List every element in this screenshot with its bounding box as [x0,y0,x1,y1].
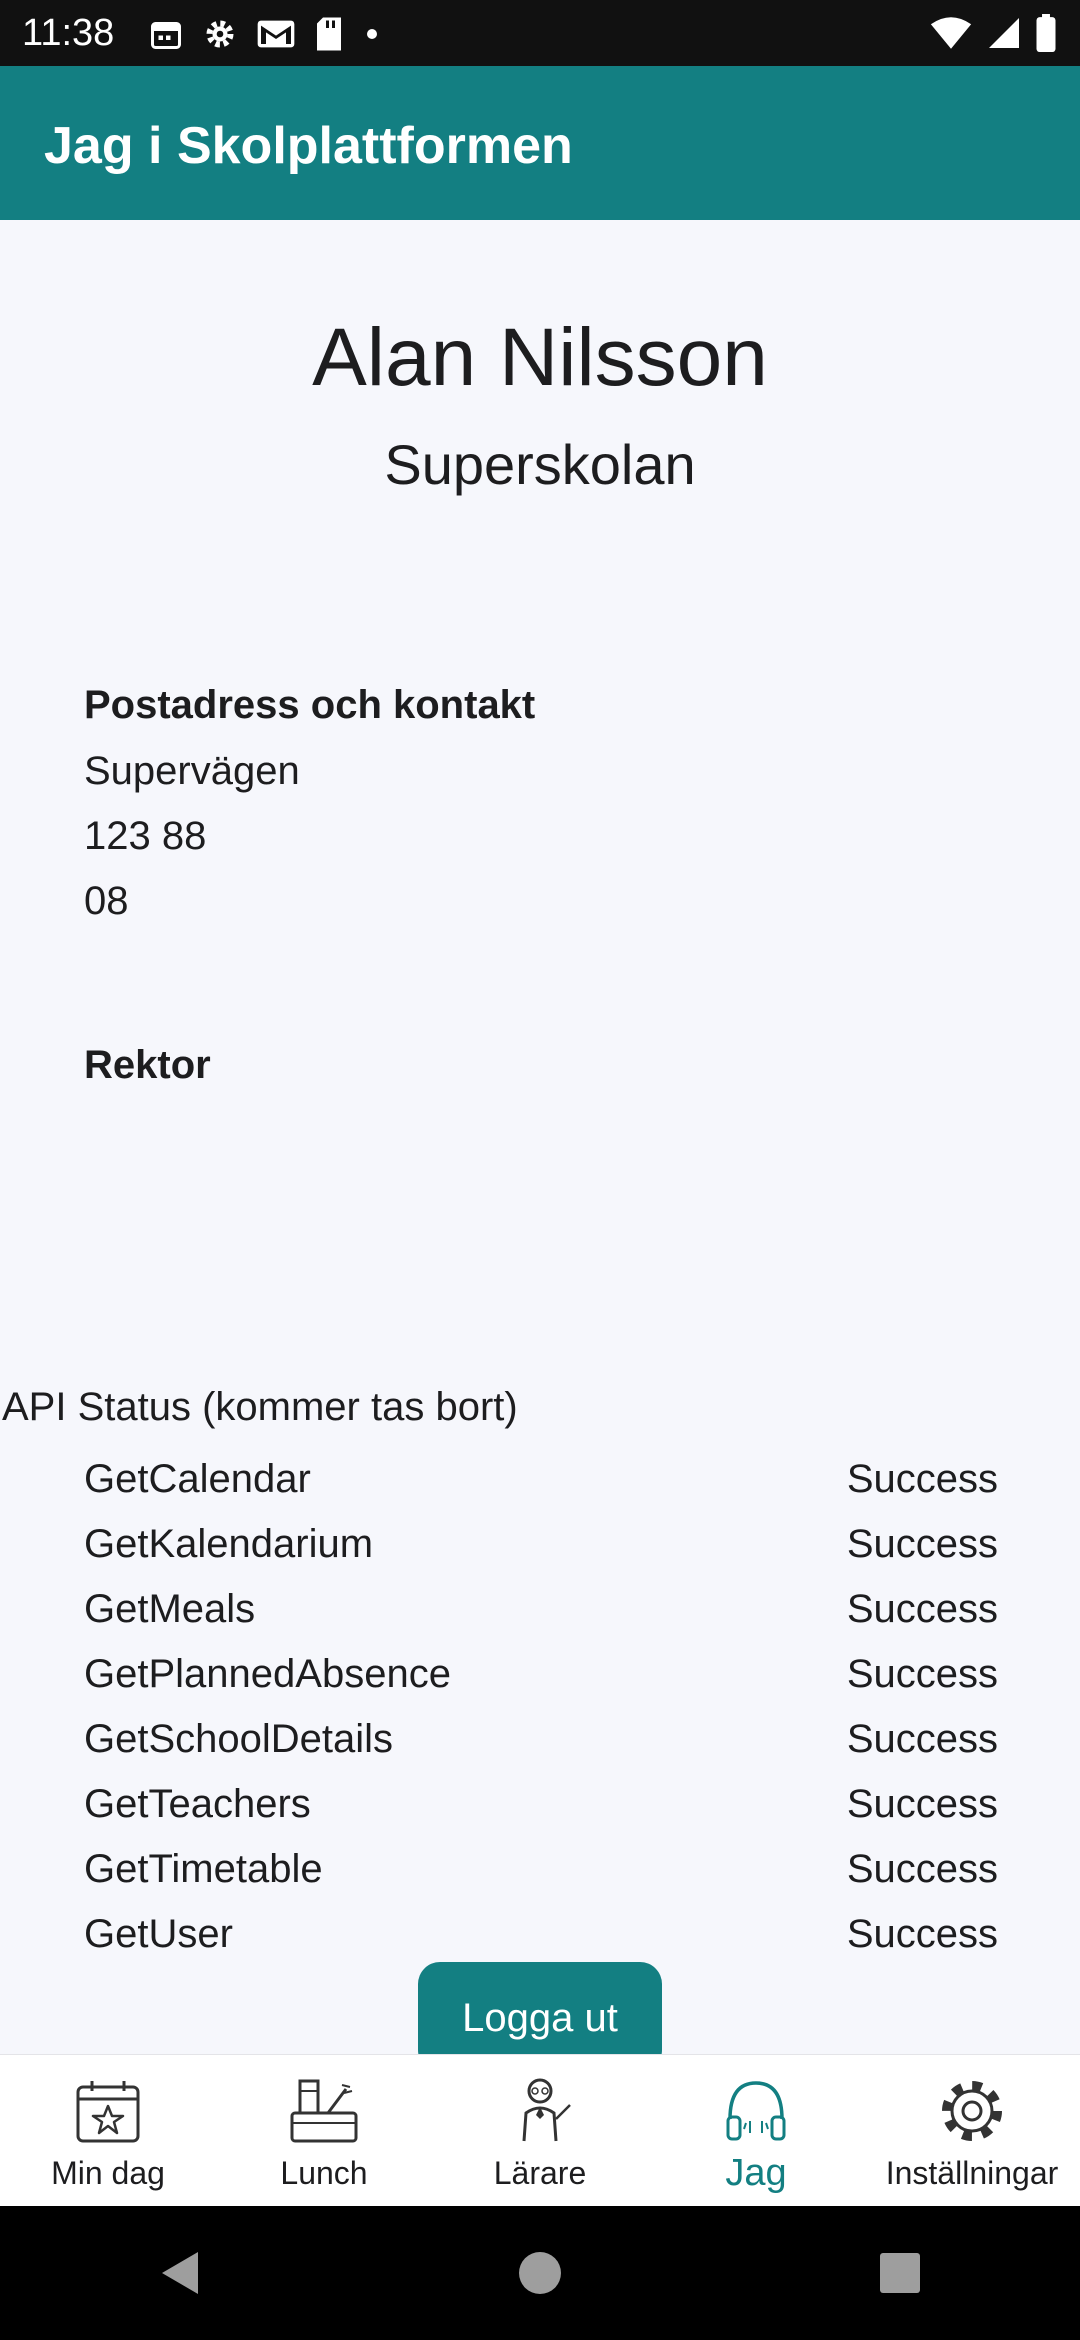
status-bar: 11:38 [0,0,1080,66]
gear-icon [206,20,234,48]
api-result: Success [846,1587,998,1631]
api-status-list: GetCalendar Success GetKalendarium Succe… [84,1447,998,1967]
address-street: Supervägen [84,749,300,793]
api-status-row: GetTeachers Success [84,1772,998,1837]
dot-icon [367,29,377,39]
api-name: GetSchoolDetails [84,1717,394,1761]
system-nav-bar [0,2206,1080,2340]
wifi-icon [930,17,972,49]
api-status-row: GetKalendarium Success [84,1512,998,1577]
nav-label: Lärare [493,2155,587,2191]
headphones-icon [720,2075,792,2147]
calendar-star-icon [72,2075,144,2147]
battery-icon [1036,14,1056,52]
api-name: GetUser [84,1912,233,1956]
calendar-icon [151,22,181,49]
phone-number: 08 [84,879,129,923]
nav-item-min-dag[interactable]: Min dag [0,2055,216,2207]
api-name: GetMeals [84,1587,256,1631]
api-status-title: API Status (kommer tas bort) [2,1385,518,1429]
status-time: 11:38 [22,12,115,54]
api-status-row: GetMeals Success [84,1577,998,1642]
api-result: Success [846,1457,998,1501]
logout-button[interactable]: Logga ut [418,1962,662,2054]
nav-item-jag[interactable]: Jag [648,2055,864,2207]
api-result: Success [846,1522,998,1566]
lunch-icon [288,2075,360,2147]
gear-icon [936,2075,1008,2147]
api-result: Success [846,1847,998,1891]
api-name: GetCalendar [84,1457,311,1501]
notification-icons [148,14,382,54]
home-icon [519,2252,561,2294]
nav-item-lunch[interactable]: Lunch [216,2055,432,2207]
nav-label: Inställningar [885,2155,1059,2191]
recents-icon [880,2253,920,2293]
user-name: Alan Nilsson [312,312,768,403]
signal-icon [989,18,1019,48]
api-status-row: GetTimetable Success [84,1837,998,1902]
home-button[interactable] [480,2223,600,2323]
app-title: Jag i Skolplattformen [44,117,573,175]
nav-label: Jag [725,2152,787,2194]
api-result: Success [846,1912,998,1956]
app-bar: Jag i Skolplattformen [0,66,1080,220]
api-status-row: GetUser Success [84,1902,998,1967]
teacher-icon [504,2075,576,2147]
nav-label: Lunch [280,2155,368,2191]
api-status-row: GetPlannedAbsence Success [84,1642,998,1707]
api-name: GetPlannedAbsence [84,1652,451,1696]
school-name: Superskolan [384,433,696,496]
api-status-row: GetCalendar Success [84,1447,998,1512]
principal-heading: Rektor [84,1043,211,1087]
back-icon [162,2252,198,2294]
api-status-row: GetSchoolDetails Success [84,1707,998,1772]
nav-item-installningar[interactable]: Inställningar [864,2055,1080,2207]
api-name: GetTimetable [84,1847,323,1891]
bottom-nav: Min dag Lunch Lärare Jag Inställningar [0,2054,1080,2207]
back-button[interactable] [120,2223,240,2323]
system-status-icons [930,12,1056,54]
profile-content[interactable]: Alan Nilsson Superskolan Postadress och … [0,220,1080,2054]
gmail-icon [257,20,295,48]
contact-heading: Postadress och kontakt [84,683,536,727]
address-postal-code: 123 88 [84,814,207,858]
api-name: GetKalendarium [84,1522,374,1566]
recents-button[interactable] [840,2223,960,2323]
nav-item-larare[interactable]: Lärare [432,2055,648,2207]
api-result: Success [846,1782,998,1826]
api-result: Success [846,1652,998,1696]
sd-card-icon [317,17,341,51]
nav-label: Min dag [51,2155,165,2191]
api-name: GetTeachers [84,1782,311,1826]
api-result: Success [846,1717,998,1761]
